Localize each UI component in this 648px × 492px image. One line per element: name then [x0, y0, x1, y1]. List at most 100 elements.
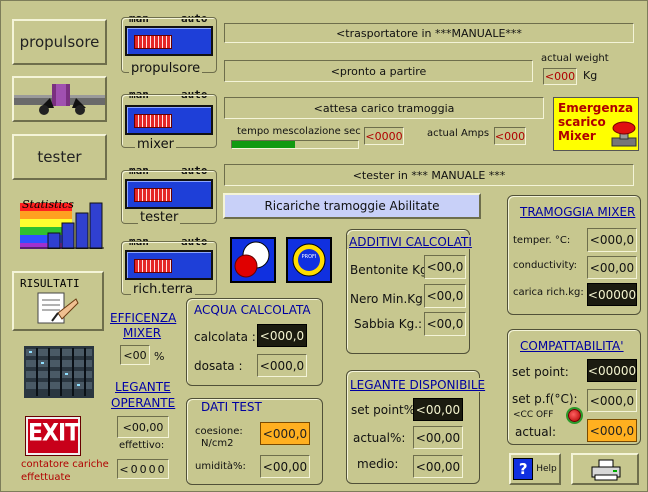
- propulsore-button[interactable]: propulsore: [12, 19, 107, 65]
- efficienza-unit: %: [154, 350, 165, 363]
- actual-weight-value: <000: [543, 68, 577, 85]
- compattabilita-title: COMPATTABILITA': [518, 339, 626, 353]
- contatore-value: <0000: [117, 459, 169, 479]
- risultati-button[interactable]: RISULTATI: [12, 271, 104, 331]
- toggle-slider-icon: [134, 259, 172, 273]
- cc-off-label: <CC OFF: [513, 410, 554, 420]
- rich-terra-man-auto-toggle[interactable]: [125, 250, 213, 280]
- conductivity-label: conductivity:: [513, 260, 578, 271]
- exit-button[interactable]: EXIT: [26, 417, 80, 455]
- sabbia-value: <00,0: [424, 312, 466, 336]
- mixer-image-button[interactable]: [12, 76, 107, 122]
- dati-test-title: DATI TEST: [199, 400, 264, 414]
- bentonite-value: <00,0: [424, 255, 466, 279]
- tempo-mescolazione-label: tempo mescolazione sec: [237, 126, 361, 137]
- contatore-label: contatore cariche: [21, 459, 109, 470]
- carica-rich-label: carica rich.kg:: [513, 287, 584, 298]
- toggle-tester-label: tester: [138, 210, 181, 225]
- ricariche-tramoggie-button[interactable]: Ricariche tramoggie Abilitate: [223, 193, 481, 219]
- tramoggia-mixer-title: TRAMOGGIA MIXER: [518, 205, 638, 219]
- risultati-label: RISULTATI: [20, 277, 80, 290]
- actual-amps-value: <000: [494, 127, 526, 145]
- umidita-value: <00,00: [260, 455, 310, 478]
- help-label: Help: [536, 464, 557, 474]
- efficienza-title: EFFICENZA: [110, 311, 177, 325]
- additivi-title: ADDITIVI CALCOLATI: [347, 235, 474, 249]
- set-point-value: <00000: [587, 359, 637, 382]
- network-icon: PROFI: [292, 243, 326, 277]
- writing-hand-icon: [37, 292, 79, 324]
- contatore-label-2: effettuate: [21, 472, 71, 483]
- mescolazione-progress: [231, 140, 359, 149]
- mixer-icon: [14, 84, 105, 115]
- tempo-mescolazione-value: <0000: [364, 127, 404, 145]
- emergenza-line-1: Emergenza: [558, 101, 634, 115]
- svg-text:PROFI: PROFI: [302, 254, 317, 260]
- trasportatore-status: <trasportatore in ***MANUALE***: [224, 23, 634, 43]
- effettivo-label: effettivo:: [119, 440, 165, 451]
- toggle-slider-icon: [134, 35, 172, 49]
- bentonite-label: Bentonite Kg: [350, 263, 428, 277]
- legante-operante-title: LEGANTE: [115, 380, 171, 394]
- nero-min-label: Nero Min.Kg: [350, 292, 423, 306]
- record-icon: [234, 241, 270, 278]
- network-button[interactable]: PROFI: [286, 237, 332, 283]
- efficienza-title-2: MIXER: [123, 326, 162, 340]
- toggle-slider-icon: [134, 188, 172, 202]
- set-point-pct-value: <00,00: [413, 398, 463, 421]
- printer-icon: [591, 459, 621, 481]
- legante-operante-title-2: OPERANTE: [111, 396, 176, 410]
- dosata-label: dosata :: [194, 359, 243, 373]
- conductivity-value: <00,00: [587, 256, 637, 279]
- calcolata-label: calcolata :: [194, 330, 256, 344]
- help-icon: ?: [513, 458, 534, 480]
- statistics-button[interactable]: Statistics: [18, 193, 104, 250]
- nero-min-value: <00,0: [424, 284, 466, 308]
- emergenza-scarico-button[interactable]: Emergenza scarico Mixer: [553, 97, 639, 151]
- legante-disponibile-title: LEGANTE DISPONIBILE: [348, 378, 488, 392]
- medio-label: medio:: [357, 457, 399, 471]
- actual-label: actual:: [515, 425, 556, 439]
- mescolazione-progress-fill: [232, 141, 295, 148]
- set-point-pct-label: set point%: [351, 403, 416, 417]
- efficienza-value: <00: [120, 345, 150, 365]
- statistics-label: Statistics: [22, 198, 74, 211]
- tester-button[interactable]: tester: [12, 134, 107, 180]
- tester-status: <tester in *** MANUALE ***: [224, 164, 634, 186]
- toggle-mixer-label: mixer: [135, 137, 176, 152]
- actual-amps-label: actual Amps: [427, 128, 490, 139]
- help-button[interactable]: ? Help: [509, 453, 561, 485]
- medio-value: <00,00: [413, 455, 463, 478]
- actual-pct-value: <00,00: [413, 426, 463, 449]
- temper-label: temper. °C:: [513, 235, 571, 246]
- set-pf-value: <000,0: [587, 389, 637, 412]
- actual-weight-label: actual weight: [541, 53, 609, 64]
- coesione-label: coesione:: [195, 426, 243, 437]
- actual-value: <000,0: [587, 419, 637, 442]
- emergency-stop-icon: [611, 121, 637, 147]
- attesa-status: <attesa carico tramoggia: [224, 97, 544, 119]
- print-button[interactable]: [571, 453, 639, 485]
- pronto-status: <pronto a partire: [224, 60, 533, 82]
- umidita-label: umidità%:: [195, 461, 246, 472]
- coesione-value: <000,0: [260, 422, 310, 445]
- legante-operante-value: <00,00: [117, 416, 169, 438]
- dosata-value: <000,0: [257, 354, 307, 377]
- actual-pct-label: actual%:: [353, 431, 406, 445]
- mixer-man-auto-toggle[interactable]: [125, 105, 213, 135]
- carica-rich-value: <00000: [587, 283, 637, 306]
- server-rack-icon[interactable]: [24, 346, 94, 398]
- toggle-slider-icon: [134, 114, 172, 128]
- coesione-unit: N/cm2: [201, 438, 234, 449]
- propulsore-man-auto-toggle[interactable]: [125, 26, 213, 56]
- record-button[interactable]: [230, 237, 276, 283]
- temper-value: <000,0: [587, 228, 637, 252]
- calcolata-value: <000,0: [257, 324, 307, 347]
- actual-weight-unit: Kg: [583, 69, 598, 82]
- set-pf-label: set p.f(°C):: [512, 392, 578, 406]
- set-point-label: set point:: [512, 365, 569, 379]
- acqua-calcolata-title: ACQUA CALCOLATA: [194, 303, 311, 317]
- tester-man-auto-toggle[interactable]: [125, 179, 213, 209]
- toggle-propulsore-label: propulsore: [129, 61, 203, 76]
- cc-status-led-icon: [568, 409, 581, 422]
